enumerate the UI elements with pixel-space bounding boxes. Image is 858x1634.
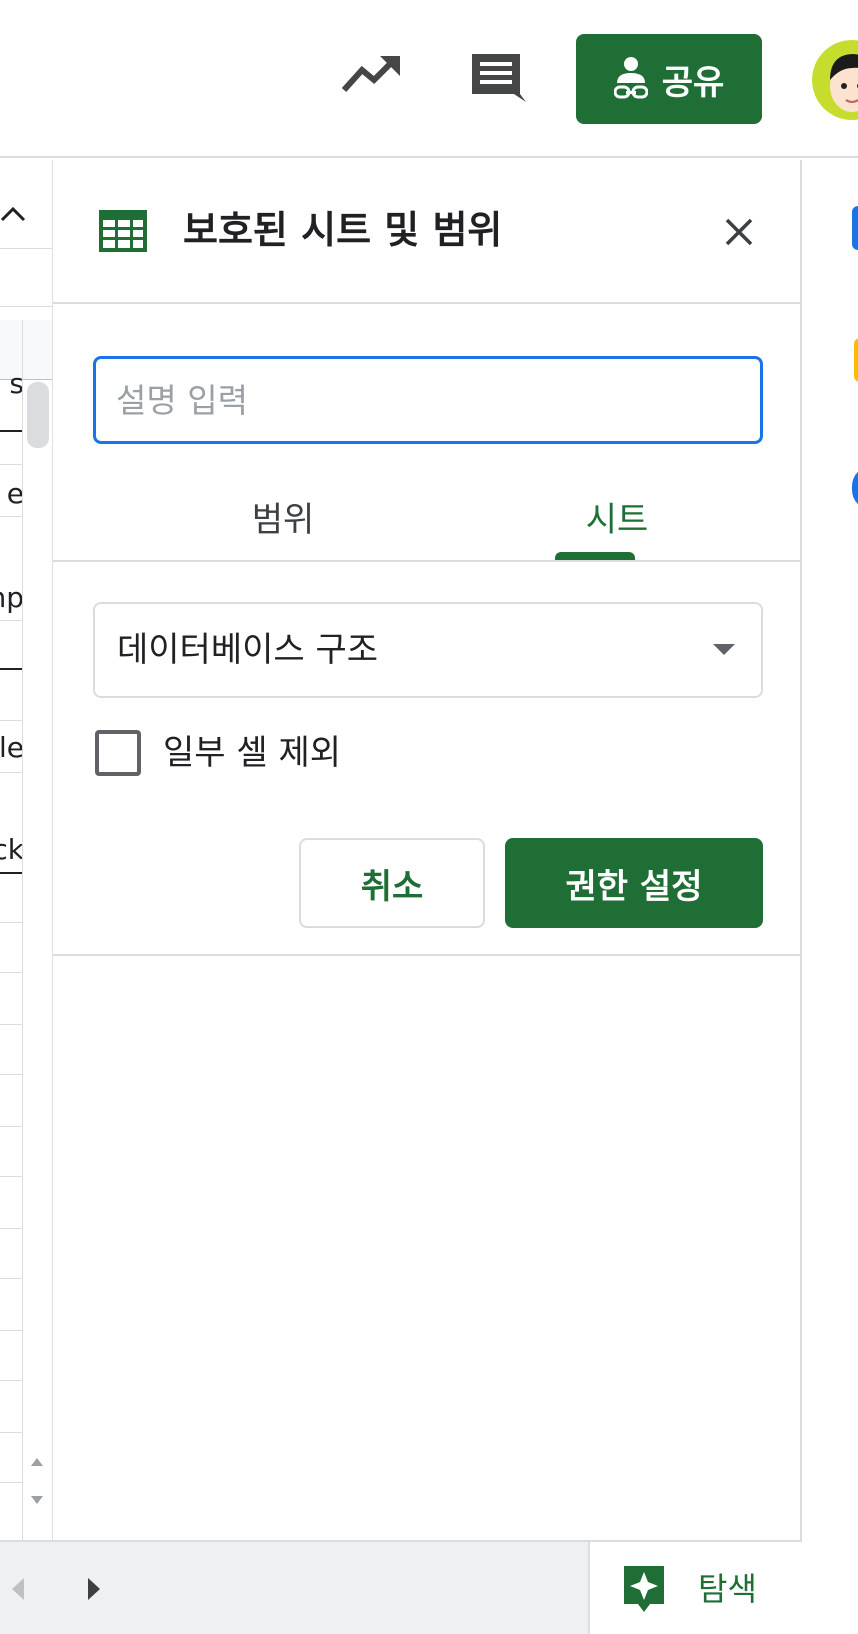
- person-link-icon: [613, 57, 648, 99]
- scroll-down-icon[interactable]: [26, 1482, 48, 1522]
- share-button[interactable]: 공유: [576, 34, 762, 124]
- grid-line: [0, 772, 22, 773]
- grid-line: [0, 972, 22, 973]
- panel-title: 보호된 시트 및 범위: [183, 208, 503, 252]
- avatar-face-icon: [830, 54, 858, 112]
- tab-range[interactable]: 범위: [203, 470, 363, 562]
- close-icon[interactable]: [719, 212, 759, 252]
- sheet-tabs-bar: 탐색: [0, 1540, 802, 1634]
- chevron-up-icon[interactable]: [0, 200, 26, 230]
- grid-line: [0, 1024, 22, 1025]
- cell-underline: [0, 430, 22, 432]
- grid-line: [0, 516, 22, 517]
- panel-header: 보호된 시트 및 범위: [53, 160, 801, 304]
- protected-sheets-panel: 보호된 시트 및 범위 범위 시트 데이터베이스 구조 일부 셀 제외 취소 권…: [52, 160, 802, 1540]
- vertical-scrollbar-thumb[interactable]: [27, 382, 49, 448]
- sheets-logo-icon: [99, 210, 147, 252]
- keep-icon[interactable]: [854, 338, 858, 382]
- explore-label: 탐색: [698, 1570, 757, 1608]
- cell-underline: [0, 668, 22, 670]
- grid-line: [22, 320, 23, 1540]
- grid-line: [0, 248, 52, 249]
- grid-line: [0, 1278, 22, 1279]
- explore-button[interactable]: 탐색: [588, 1542, 802, 1634]
- sheet-select-dropdown[interactable]: 데이터베이스 구조: [93, 602, 763, 698]
- exclude-cells-label[interactable]: 일부 셀 제외: [163, 728, 341, 778]
- grid-line: [0, 1126, 22, 1127]
- table-cell[interactable]: mp: [0, 572, 22, 624]
- explore-sparkle-icon: [624, 1566, 664, 1612]
- grid-line: [0, 620, 22, 621]
- panel-divider: [53, 954, 801, 956]
- grid-line: [0, 1176, 22, 1177]
- protection-tabs: 범위 시트: [53, 470, 801, 562]
- active-tab-indicator: [555, 552, 635, 560]
- scroll-left-icon[interactable]: [6, 1572, 30, 1606]
- tasks-icon[interactable]: [852, 466, 858, 510]
- grid-line: [0, 1074, 22, 1075]
- set-permissions-button[interactable]: 권한 설정: [505, 838, 763, 928]
- exclude-cells-checkbox[interactable]: [95, 730, 141, 776]
- sheet-select-value: 데이터베이스 구조: [117, 630, 379, 670]
- share-label: 공유: [661, 62, 725, 103]
- grid-line: [0, 720, 22, 721]
- grid-line: [0, 1228, 22, 1229]
- side-panel-rail: [804, 160, 858, 1634]
- tab-sheet[interactable]: 시트: [537, 470, 697, 562]
- scroll-up-icon[interactable]: [26, 1442, 48, 1482]
- table-cell[interactable]: le: [0, 722, 22, 774]
- grid-line: [0, 306, 52, 307]
- trending-up-icon[interactable]: [340, 50, 404, 100]
- calendar-icon[interactable]: [852, 206, 858, 250]
- cancel-button[interactable]: 취소: [299, 838, 485, 928]
- scroll-right-icon[interactable]: [82, 1572, 106, 1606]
- table-cell[interactable]: s: [0, 358, 22, 410]
- table-cell[interactable]: e: [0, 468, 22, 520]
- top-toolbar: 공유: [0, 0, 858, 158]
- description-input[interactable]: [93, 356, 763, 444]
- table-cell[interactable]: ck: [0, 824, 22, 876]
- cell-underline: [0, 872, 22, 874]
- grid-line: [0, 464, 22, 465]
- spreadsheet-grid: s e mp le ck: [0, 160, 52, 1540]
- avatar[interactable]: [812, 40, 858, 120]
- grid-line: [0, 1380, 22, 1381]
- grid-line: [0, 1432, 22, 1433]
- grid-line: [0, 1482, 22, 1483]
- dropdown-caret-icon: [713, 644, 735, 655]
- grid-line: [0, 1330, 22, 1331]
- comment-icon[interactable]: [468, 50, 528, 106]
- grid-line: [0, 922, 22, 923]
